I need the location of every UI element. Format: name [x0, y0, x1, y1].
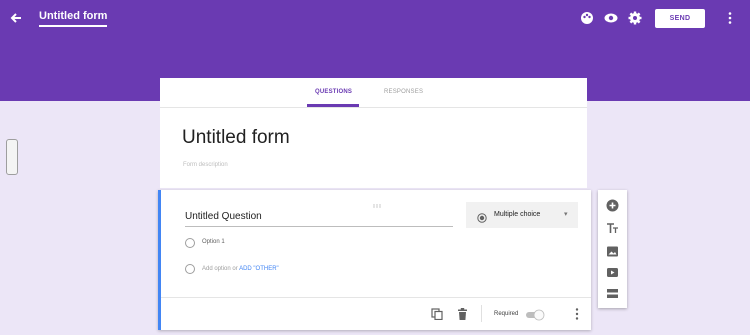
add-question-icon[interactable] — [606, 199, 619, 212]
dropdown-arrow-icon: ▾ — [564, 211, 568, 218]
tab-responses[interactable]: RESPONSES — [384, 87, 423, 97]
question-card[interactable]: Untitled Question Multiple choice ▾ Opti… — [158, 190, 591, 330]
left-edge-tab[interactable] — [6, 139, 18, 175]
drag-handle-icon[interactable] — [373, 195, 383, 208]
footer-divider — [481, 305, 482, 322]
add-option-row: Add option or ADD "OTHER" — [202, 264, 279, 274]
send-button[interactable]: SEND — [655, 9, 705, 28]
question-title-input[interactable]: Untitled Question — [185, 209, 453, 227]
option-1-label[interactable]: Option 1 — [202, 237, 225, 247]
form-description-field[interactable]: Form description — [183, 162, 228, 168]
form-title[interactable]: Untitled form — [182, 126, 290, 150]
palette-icon[interactable] — [580, 11, 594, 25]
delete-icon[interactable] — [457, 307, 468, 320]
add-other-link[interactable]: ADD "OTHER" — [239, 266, 279, 272]
add-video-icon[interactable] — [606, 266, 619, 279]
question-more-icon[interactable] — [574, 307, 580, 321]
required-toggle[interactable] — [524, 308, 546, 321]
question-type-label: Multiple choice — [494, 211, 541, 218]
back-arrow-icon[interactable] — [9, 11, 23, 25]
add-title-icon[interactable] — [606, 222, 619, 235]
more-vert-icon[interactable] — [725, 11, 735, 25]
question-footer-divider — [161, 297, 591, 298]
required-label: Required — [494, 311, 519, 317]
preview-eye-icon[interactable] — [604, 11, 618, 25]
add-section-icon[interactable] — [606, 287, 619, 300]
option-radio — [185, 238, 195, 248]
side-toolbar — [598, 190, 627, 308]
add-option-radio — [185, 264, 195, 274]
tabs-card: QUESTIONS RESPONSES — [160, 78, 587, 107]
duplicate-icon[interactable] — [431, 307, 443, 321]
tab-questions[interactable]: QUESTIONS — [315, 87, 352, 97]
add-image-icon[interactable] — [606, 245, 619, 258]
form-header-card: Untitled form Form description — [160, 107, 587, 188]
form-title-input[interactable]: Untitled form — [39, 9, 107, 27]
settings-gear-icon[interactable] — [628, 11, 642, 25]
radio-button-icon — [477, 210, 487, 223]
question-type-dropdown[interactable]: Multiple choice ▾ — [466, 202, 578, 228]
add-option-link[interactable]: Add option — [202, 266, 231, 272]
or-label: or — [232, 266, 238, 272]
